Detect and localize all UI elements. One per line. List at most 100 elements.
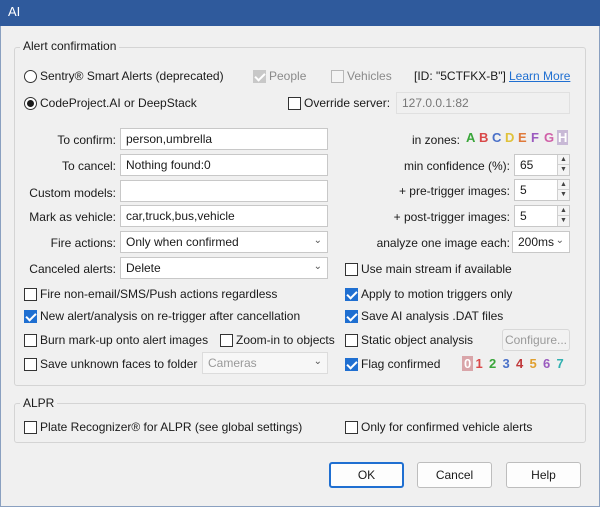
apply-motion-checkbox[interactable] bbox=[345, 288, 358, 301]
custom-models-input[interactable] bbox=[120, 180, 328, 202]
faces-folder-value: Cameras bbox=[208, 356, 257, 370]
canceled-alerts-select[interactable]: Delete ⌄ bbox=[120, 257, 328, 279]
flag-color-4[interactable]: 4 bbox=[516, 356, 523, 371]
in-zones-label: in zones: bbox=[411, 133, 460, 147]
ok-button[interactable]: OK bbox=[329, 462, 404, 488]
sentry-label: Sentry® Smart Alerts (deprecated) bbox=[40, 69, 224, 83]
flag-color-6[interactable]: 6 bbox=[543, 356, 550, 371]
fire-actions-value: Only when confirmed bbox=[126, 235, 239, 249]
chevron-down-icon: ⌄ bbox=[313, 261, 322, 272]
title-bar: AI bbox=[0, 0, 600, 26]
custom-models-label: Custom models: bbox=[29, 186, 116, 200]
zone-b-toggle[interactable]: B bbox=[479, 130, 488, 145]
faces-folder-select[interactable]: Cameras ⌄ bbox=[202, 352, 328, 374]
min-confidence-value: 65 bbox=[520, 158, 534, 172]
vehicles-checkbox[interactable] bbox=[331, 70, 344, 83]
zone-g-toggle[interactable]: G bbox=[544, 130, 554, 145]
override-server-checkbox[interactable] bbox=[288, 97, 301, 110]
flag-color-0[interactable]: 0 bbox=[462, 356, 474, 371]
zones-selector: ABCDEFGH bbox=[466, 130, 576, 148]
alpr-legend: ALPR bbox=[20, 396, 58, 410]
flag-color-5[interactable]: 5 bbox=[530, 356, 537, 371]
sentry-radio[interactable] bbox=[24, 70, 37, 83]
pre-trigger-label: + pre-trigger images: bbox=[398, 184, 510, 198]
alert-confirmation-legend: Alert confirmation bbox=[20, 39, 120, 53]
zone-f-toggle[interactable]: F bbox=[531, 130, 539, 145]
only-confirmed-label: Only for confirmed vehicle alerts bbox=[361, 420, 533, 434]
new-alert-label: New alert/analysis on re-trigger after c… bbox=[40, 309, 301, 323]
configure-button[interactable]: Configure... bbox=[502, 329, 570, 351]
flag-color-1[interactable]: 1 bbox=[476, 356, 483, 371]
fire-actions-label: Fire actions: bbox=[50, 236, 116, 250]
vehicles-label: Vehicles bbox=[347, 69, 392, 83]
min-confidence-spinner[interactable]: 65 ▲ ▼ bbox=[514, 154, 570, 176]
chevron-down-icon: ⌄ bbox=[313, 356, 322, 367]
learn-more-link[interactable]: Learn More bbox=[509, 69, 570, 83]
analyze-each-label: analyze one image each: bbox=[376, 236, 510, 250]
post-trigger-value: 5 bbox=[520, 209, 527, 223]
static-object-label: Static object analysis bbox=[361, 333, 474, 347]
analyze-each-select[interactable]: 200ms ⌄ bbox=[512, 231, 570, 253]
id-text: [ID: "5CTFKX-B"] bbox=[414, 69, 506, 83]
people-checkbox[interactable] bbox=[253, 70, 266, 83]
save-dat-label: Save AI analysis .DAT files bbox=[361, 309, 504, 323]
codeproject-label: CodeProject.AI or DeepStack bbox=[40, 96, 197, 110]
zone-c-toggle[interactable]: C bbox=[492, 130, 501, 145]
spin-up-icon[interactable]: ▲ bbox=[557, 206, 569, 216]
window-title: AI bbox=[8, 4, 21, 19]
to-cancel-label: To cancel: bbox=[61, 159, 116, 173]
help-button[interactable]: Help bbox=[506, 462, 581, 488]
to-confirm-label: To confirm: bbox=[57, 133, 116, 147]
zone-a-toggle[interactable]: A bbox=[466, 130, 475, 145]
save-faces-label: Save unknown faces to folder bbox=[40, 357, 198, 371]
codeproject-radio[interactable] bbox=[24, 97, 37, 110]
plate-recognizer-checkbox[interactable] bbox=[24, 421, 37, 434]
min-confidence-label: min confidence (%): bbox=[403, 159, 510, 173]
spin-down-icon[interactable]: ▼ bbox=[557, 216, 569, 226]
zoom-in-checkbox[interactable] bbox=[220, 334, 233, 347]
flag-confirmed-checkbox[interactable] bbox=[345, 358, 358, 371]
chevron-down-icon: ⌄ bbox=[313, 235, 322, 246]
flag-color-selector: 01234567 bbox=[462, 355, 572, 373]
only-confirmed-checkbox[interactable] bbox=[345, 421, 358, 434]
static-object-checkbox[interactable] bbox=[345, 334, 358, 347]
zone-d-toggle[interactable]: D bbox=[505, 130, 514, 145]
override-server-label: Override server: bbox=[304, 96, 391, 110]
pre-trigger-spinner[interactable]: 5 ▲ ▼ bbox=[514, 179, 570, 201]
mark-vehicle-input[interactable]: car,truck,bus,vehicle bbox=[120, 205, 328, 227]
save-faces-checkbox[interactable] bbox=[24, 358, 37, 371]
zone-e-toggle[interactable]: E bbox=[518, 130, 527, 145]
flag-color-2[interactable]: 2 bbox=[489, 356, 496, 371]
canceled-alerts-label: Canceled alerts: bbox=[29, 262, 116, 276]
burn-markup-checkbox[interactable] bbox=[24, 334, 37, 347]
save-dat-checkbox[interactable] bbox=[345, 310, 358, 323]
post-trigger-label: + post-trigger images: bbox=[393, 210, 510, 224]
fire-actions-select[interactable]: Only when confirmed ⌄ bbox=[120, 231, 328, 253]
flag-color-3[interactable]: 3 bbox=[503, 356, 510, 371]
plate-recognizer-label: Plate Recognizer® for ALPR (see global s… bbox=[40, 420, 303, 434]
burn-markup-label: Burn mark-up onto alert images bbox=[40, 333, 209, 347]
zoom-in-label: Zoom-in to objects bbox=[236, 333, 335, 347]
pre-trigger-value: 5 bbox=[520, 183, 527, 197]
cancel-button[interactable]: Cancel bbox=[417, 462, 492, 488]
spin-down-icon[interactable]: ▼ bbox=[557, 190, 569, 200]
to-cancel-input[interactable]: Nothing found:0 bbox=[120, 154, 328, 176]
zone-h-toggle[interactable]: H bbox=[557, 130, 569, 145]
use-main-stream-label: Use main stream if available bbox=[361, 262, 512, 276]
spin-up-icon[interactable]: ▲ bbox=[557, 180, 569, 190]
use-main-stream-checkbox[interactable] bbox=[345, 263, 358, 276]
post-trigger-spinner[interactable]: 5 ▲ ▼ bbox=[514, 205, 570, 227]
mark-vehicle-label: Mark as vehicle: bbox=[29, 210, 116, 224]
override-server-input[interactable]: 127.0.0.1:82 bbox=[396, 92, 570, 114]
flag-color-7[interactable]: 7 bbox=[557, 356, 564, 371]
to-confirm-input[interactable]: person,umbrella bbox=[120, 128, 328, 150]
canceled-alerts-value: Delete bbox=[126, 261, 161, 275]
spin-down-icon[interactable]: ▼ bbox=[557, 165, 569, 175]
chevron-down-icon: ⌄ bbox=[555, 235, 564, 246]
new-alert-checkbox[interactable] bbox=[24, 310, 37, 323]
fire-nonemail-checkbox[interactable] bbox=[24, 288, 37, 301]
spin-up-icon[interactable]: ▲ bbox=[557, 155, 569, 165]
fire-nonemail-label: Fire non-email/SMS/Push actions regardle… bbox=[40, 287, 278, 301]
people-label: People bbox=[269, 69, 307, 83]
apply-motion-label: Apply to motion triggers only bbox=[361, 287, 513, 301]
